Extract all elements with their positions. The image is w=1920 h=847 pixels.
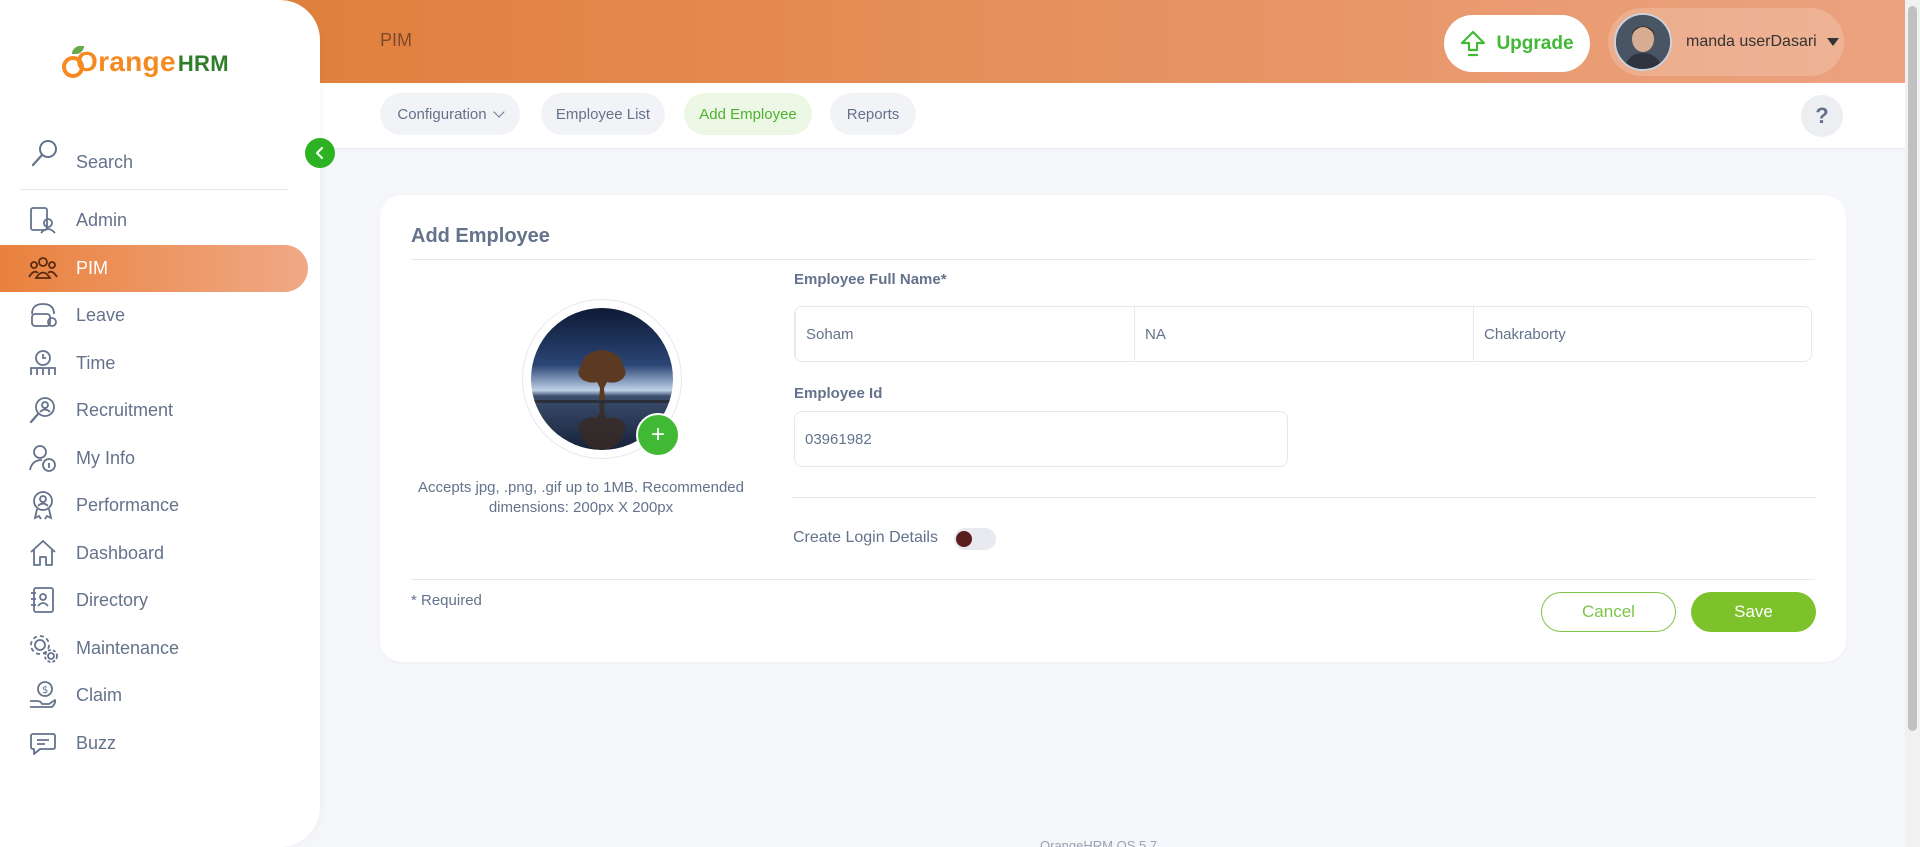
sidebar-item-label: Dashboard xyxy=(76,543,165,563)
toggle-knob xyxy=(956,531,972,547)
sidebar-item-label: Performance xyxy=(76,495,180,515)
sidebar-item-my-info[interactable]: My Info xyxy=(0,435,308,482)
tab-reports[interactable]: Reports xyxy=(830,93,916,135)
sidebar-item-directory[interactable]: Directory xyxy=(0,577,308,624)
sidebar-item-label: Leave xyxy=(76,305,126,325)
recruitment-icon xyxy=(28,395,58,425)
create-login-label: Create Login Details xyxy=(793,529,938,546)
chevron-down-icon xyxy=(492,105,505,118)
sidebar-item-recruitment[interactable]: Recruitment xyxy=(0,387,308,434)
sidebar-item-pim[interactable]: PIM xyxy=(0,245,308,292)
sidebar-item-buzz[interactable]: Buzz xyxy=(0,720,308,767)
sidebar-item-label: Admin xyxy=(76,210,128,230)
sidebar-item-claim[interactable]: $ Claim xyxy=(0,672,308,719)
brand-name-orange: Orange xyxy=(76,46,176,77)
sidebar-item-label: Recruitment xyxy=(76,400,174,420)
sidebar-item-label: My Info xyxy=(76,448,136,468)
brand-logo[interactable]: OrangeHRM xyxy=(62,40,229,84)
required-note: * Required xyxy=(411,592,482,609)
full-name-label: Employee Full Name* xyxy=(794,271,947,288)
employee-id-label: Employee Id xyxy=(794,385,883,402)
tab-label: Configuration xyxy=(397,105,487,123)
my-info-icon xyxy=(28,443,58,473)
tab-label: Add Employee xyxy=(699,105,797,123)
sidebar-item-label: Maintenance xyxy=(76,638,180,658)
help-button[interactable]: ? xyxy=(1801,95,1843,137)
maintenance-icon xyxy=(28,633,58,663)
module-title: PIM xyxy=(380,30,413,50)
add-photo-button[interactable]: + xyxy=(636,413,680,457)
full-name-group xyxy=(794,306,1812,362)
sub-navigation: Configuration Employee List Add Employee… xyxy=(320,83,1920,149)
sidebar-collapse-button[interactable] xyxy=(305,138,335,168)
create-login-toggle[interactable] xyxy=(954,528,996,550)
first-name-field[interactable] xyxy=(795,307,1135,361)
tab-add-employee[interactable]: Add Employee xyxy=(684,93,812,135)
add-employee-card: Add Employee + Accepts jpg, .png, .gif u… xyxy=(380,195,1846,662)
page-scrollbar[interactable] xyxy=(1905,0,1920,847)
save-button[interactable]: Save xyxy=(1691,592,1816,632)
page-title: Add Employee xyxy=(411,225,550,247)
title-divider xyxy=(411,259,1815,260)
form-divider xyxy=(792,497,1816,498)
upgrade-arrow-icon xyxy=(1461,30,1486,56)
upgrade-label: Upgrade xyxy=(1496,32,1574,54)
sidebar-item-label: Time xyxy=(76,353,116,373)
sidebar-item-performance[interactable]: Performance xyxy=(0,482,308,529)
tab-label: Employee List xyxy=(555,105,651,123)
search-label: Search xyxy=(76,152,134,172)
top-bar: PIM Upgrade manda userDasari xyxy=(260,0,1920,83)
claim-icon: $ xyxy=(28,680,58,710)
employee-id-field[interactable] xyxy=(794,411,1288,467)
sidebar-item-dashboard[interactable]: Dashboard xyxy=(0,530,308,577)
avatar xyxy=(1614,13,1672,71)
buzz-icon xyxy=(28,728,58,758)
sidebar-item-label: PIM xyxy=(76,258,109,278)
dashboard-icon xyxy=(28,538,58,568)
tab-label: Reports xyxy=(846,105,900,123)
sidebar-search[interactable]: Search xyxy=(20,136,288,190)
cancel-button[interactable]: Cancel xyxy=(1541,592,1676,632)
tab-configuration[interactable]: Configuration xyxy=(380,93,520,135)
user-name: manda userDasari xyxy=(1686,33,1817,50)
middle-name-field[interactable] xyxy=(1134,307,1474,361)
tab-employee-list[interactable]: Employee List xyxy=(541,93,665,135)
brand-name-hrm: HRM xyxy=(177,51,229,76)
sidebar: OrangeHRM Search Admin PIM Leave Time Re… xyxy=(0,0,320,847)
app-root: PIM Upgrade manda userDasari Configurati… xyxy=(0,0,1920,847)
sidebar-item-leave[interactable]: Leave xyxy=(0,292,308,339)
pim-icon xyxy=(28,253,58,283)
directory-icon xyxy=(28,585,58,615)
time-icon xyxy=(28,348,58,378)
sidebar-item-label: Directory xyxy=(76,590,149,610)
performance-icon xyxy=(28,490,58,520)
photo-hint: Accepts jpg, .png, .gif up to 1MB. Recom… xyxy=(417,479,744,516)
user-dropdown[interactable]: manda userDasari xyxy=(1608,8,1844,76)
plus-icon: + xyxy=(650,421,665,448)
upgrade-button[interactable]: Upgrade xyxy=(1444,15,1590,72)
svg-text:$: $ xyxy=(42,685,48,696)
sidebar-item-maintenance[interactable]: Maintenance xyxy=(0,625,308,672)
sidebar-item-admin[interactable]: Admin xyxy=(0,197,308,244)
footer-divider xyxy=(411,579,1815,580)
leave-icon xyxy=(28,300,58,330)
scrollbar-thumb[interactable] xyxy=(1908,6,1917,731)
chevron-left-icon xyxy=(316,147,323,159)
footer-version: OrangeHRM OS 5.7 xyxy=(1040,838,1158,847)
search-icon xyxy=(30,138,60,168)
sidebar-item-label: Buzz xyxy=(76,733,117,753)
sidebar-item-time[interactable]: Time xyxy=(0,340,308,387)
last-name-field[interactable] xyxy=(1473,307,1811,361)
admin-icon xyxy=(28,205,58,235)
caret-down-icon xyxy=(1826,38,1839,46)
sidebar-item-label: Claim xyxy=(76,685,123,705)
save-label: Save xyxy=(1734,602,1773,621)
